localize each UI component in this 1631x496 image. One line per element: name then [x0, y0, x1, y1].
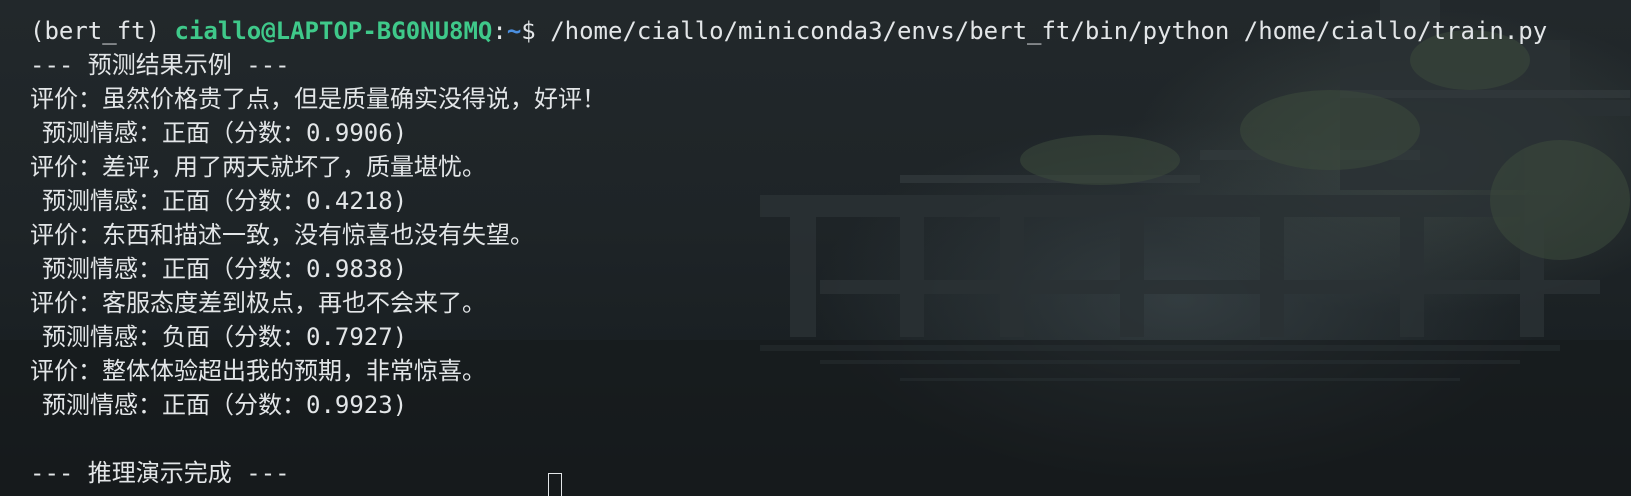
user-host: ciallo@LAPTOP-BG0NU8MQ [174, 17, 493, 45]
current-path: ~ [506, 17, 522, 45]
terminal-output: (bert_ft) ciallo@LAPTOP-BG0NU8MQ:~$ /hom… [30, 14, 1621, 490]
prediction-line: 预测情感：正面（分数：0.4218) [42, 187, 408, 215]
output-footer: --- 推理演示完成 --- [30, 459, 290, 487]
conda-env: (bert_ft) [30, 17, 161, 45]
review-line: 评价：差评，用了两天就坏了，质量堪忧。 [30, 153, 486, 181]
command-text: /home/ciallo/miniconda3/envs/bert_ft/bin… [550, 17, 1548, 45]
prediction-line: 预测情感：正面（分数：0.9923) [42, 391, 408, 419]
prediction-line: 预测情感：正面（分数：0.9906) [42, 119, 408, 147]
prompt-separator: : [492, 17, 507, 45]
prediction-line: 预测情感：负面（分数：0.7927) [42, 323, 408, 351]
review-line: 评价：整体体验超出我的预期，非常惊喜。 [30, 357, 486, 385]
prediction-line: 预测情感：正面（分数：0.9838) [42, 255, 408, 283]
text-cursor [548, 473, 562, 496]
review-line: 评价：虽然价格贵了点，但是质量确实没得说，好评！ [30, 85, 606, 113]
review-line: 评价：客服态度差到极点，再也不会来了。 [30, 289, 486, 317]
terminal-window[interactable]: (bert_ft) ciallo@LAPTOP-BG0NU8MQ:~$ /hom… [0, 0, 1631, 496]
command-line: (bert_ft) ciallo@LAPTOP-BG0NU8MQ:~$ /hom… [30, 14, 1621, 48]
output-header: --- 预测结果示例 --- [30, 51, 290, 79]
review-line: 评价：东西和描述一致，没有惊喜也没有失望。 [30, 221, 534, 249]
prompt-symbol: $ [521, 17, 536, 45]
